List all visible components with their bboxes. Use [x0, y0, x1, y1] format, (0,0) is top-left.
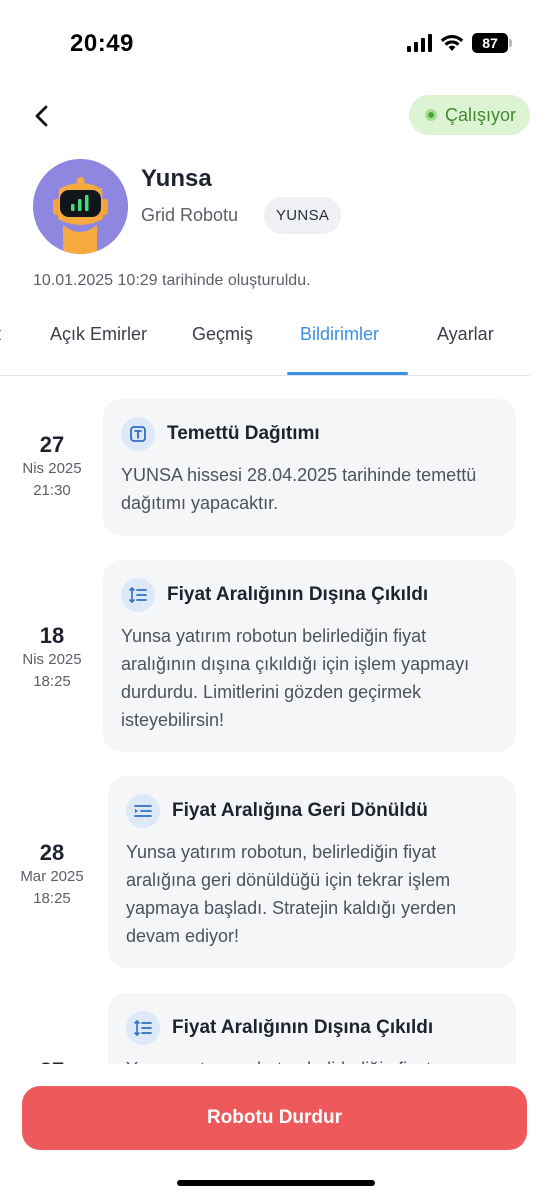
robot-avatar	[33, 159, 128, 254]
notification-feed[interactable]: 27 Nis 2025 21:30 Temettü Dağıtımı YUNSA…	[0, 376, 552, 1064]
stop-robot-button[interactable]: Robotu Durdur	[22, 1086, 527, 1150]
range-back-icon	[126, 794, 160, 828]
notification-date: 18 Nis 2025 18:25	[0, 623, 104, 693]
notification-body: Yunsa yatırım robotun, belirlediğin fiya…	[126, 842, 457, 946]
date-month: Mar 2025	[20, 868, 84, 885]
battery-level: 87	[472, 33, 508, 53]
active-tab-indicator	[287, 372, 408, 375]
notification-date: 28 Mar 2025 18:25	[0, 840, 104, 910]
chevron-left-icon	[35, 105, 48, 127]
tab-settings[interactable]: Ayarlar	[437, 324, 494, 345]
status-time: 20:49	[70, 30, 134, 57]
running-status-label: Çalışıyor	[444, 104, 516, 125]
tab-history[interactable]: Geçmiş	[192, 324, 253, 345]
robot-icon	[33, 159, 128, 254]
tab-partial[interactable]: t	[0, 324, 1, 345]
running-status-badge: Çalışıyor	[408, 95, 530, 135]
notification-date: 27	[0, 1058, 104, 1064]
status-icons: 87	[407, 33, 512, 53]
notification-title: Fiyat Aralığının Dışına Çıkıldı	[167, 584, 429, 605]
notification-title: Fiyat Aralığına Geri Dönüldü	[172, 800, 428, 821]
created-date-text: 10.01.2025 10:29 tarihinde oluşturuldu.	[33, 272, 311, 289]
ticker-badge: YUNSA	[264, 197, 342, 234]
home-indicator	[177, 1180, 375, 1186]
tab-notifications[interactable]: Bildirimler	[300, 324, 379, 345]
dividend-icon	[121, 417, 155, 451]
date-day: 18	[39, 623, 65, 648]
date-month: Nis 2025	[22, 460, 82, 477]
notification-date: 27 Nis 2025 21:30	[0, 432, 104, 502]
date-month: Nis 2025	[22, 651, 82, 668]
notification-title: Fiyat Aralığının Dışına Çıkıldı	[172, 1017, 434, 1038]
notification-card[interactable]: Fiyat Aralığının Dışına Çıkıldı Yunsa ya…	[108, 993, 516, 1064]
notification-body: Yunsa yatırım robotun belirlediğin fiyat…	[126, 1055, 498, 1064]
cellular-signal-icon	[407, 34, 432, 52]
notification-body: YUNSA hissesi 28.04.2025 tarihinde temet…	[121, 465, 477, 513]
notification-card[interactable]: Fiyat Aralığının Dışına Çıkıldı Yunsa ya…	[103, 560, 516, 752]
date-time: 18:25	[33, 890, 71, 907]
battery-icon: 87	[472, 33, 512, 53]
back-button[interactable]	[24, 98, 60, 134]
running-dot-icon	[424, 109, 437, 121]
date-day: 28	[39, 840, 65, 865]
wifi-icon	[440, 35, 464, 51]
notification-body: Yunsa yatırım robotun belirlediğin fiyat…	[121, 626, 470, 730]
date-day: 27	[39, 432, 65, 457]
robot-name: Yunsa	[141, 165, 212, 192]
tab-open-orders[interactable]: Açık Emirler	[50, 324, 147, 345]
robot-type: Grid Robotu	[141, 205, 239, 225]
date-day: 27	[0, 1058, 104, 1064]
notification-card[interactable]: Fiyat Aralığına Geri Dönüldü Yunsa yatır…	[108, 776, 516, 968]
notification-title: Temettü Dağıtımı	[167, 423, 320, 444]
date-time: 21:30	[33, 482, 71, 499]
tab-bar: t Açık Emirler Geçmiş Bildirimler Ayarla…	[0, 310, 530, 376]
notification-card[interactable]: Temettü Dağıtımı YUNSA hissesi 28.04.202…	[103, 399, 516, 536]
range-out-icon	[121, 578, 155, 612]
range-out-icon	[126, 1011, 160, 1045]
status-bar: 20:49 87	[0, 0, 552, 90]
date-time: 18:25	[33, 673, 71, 690]
